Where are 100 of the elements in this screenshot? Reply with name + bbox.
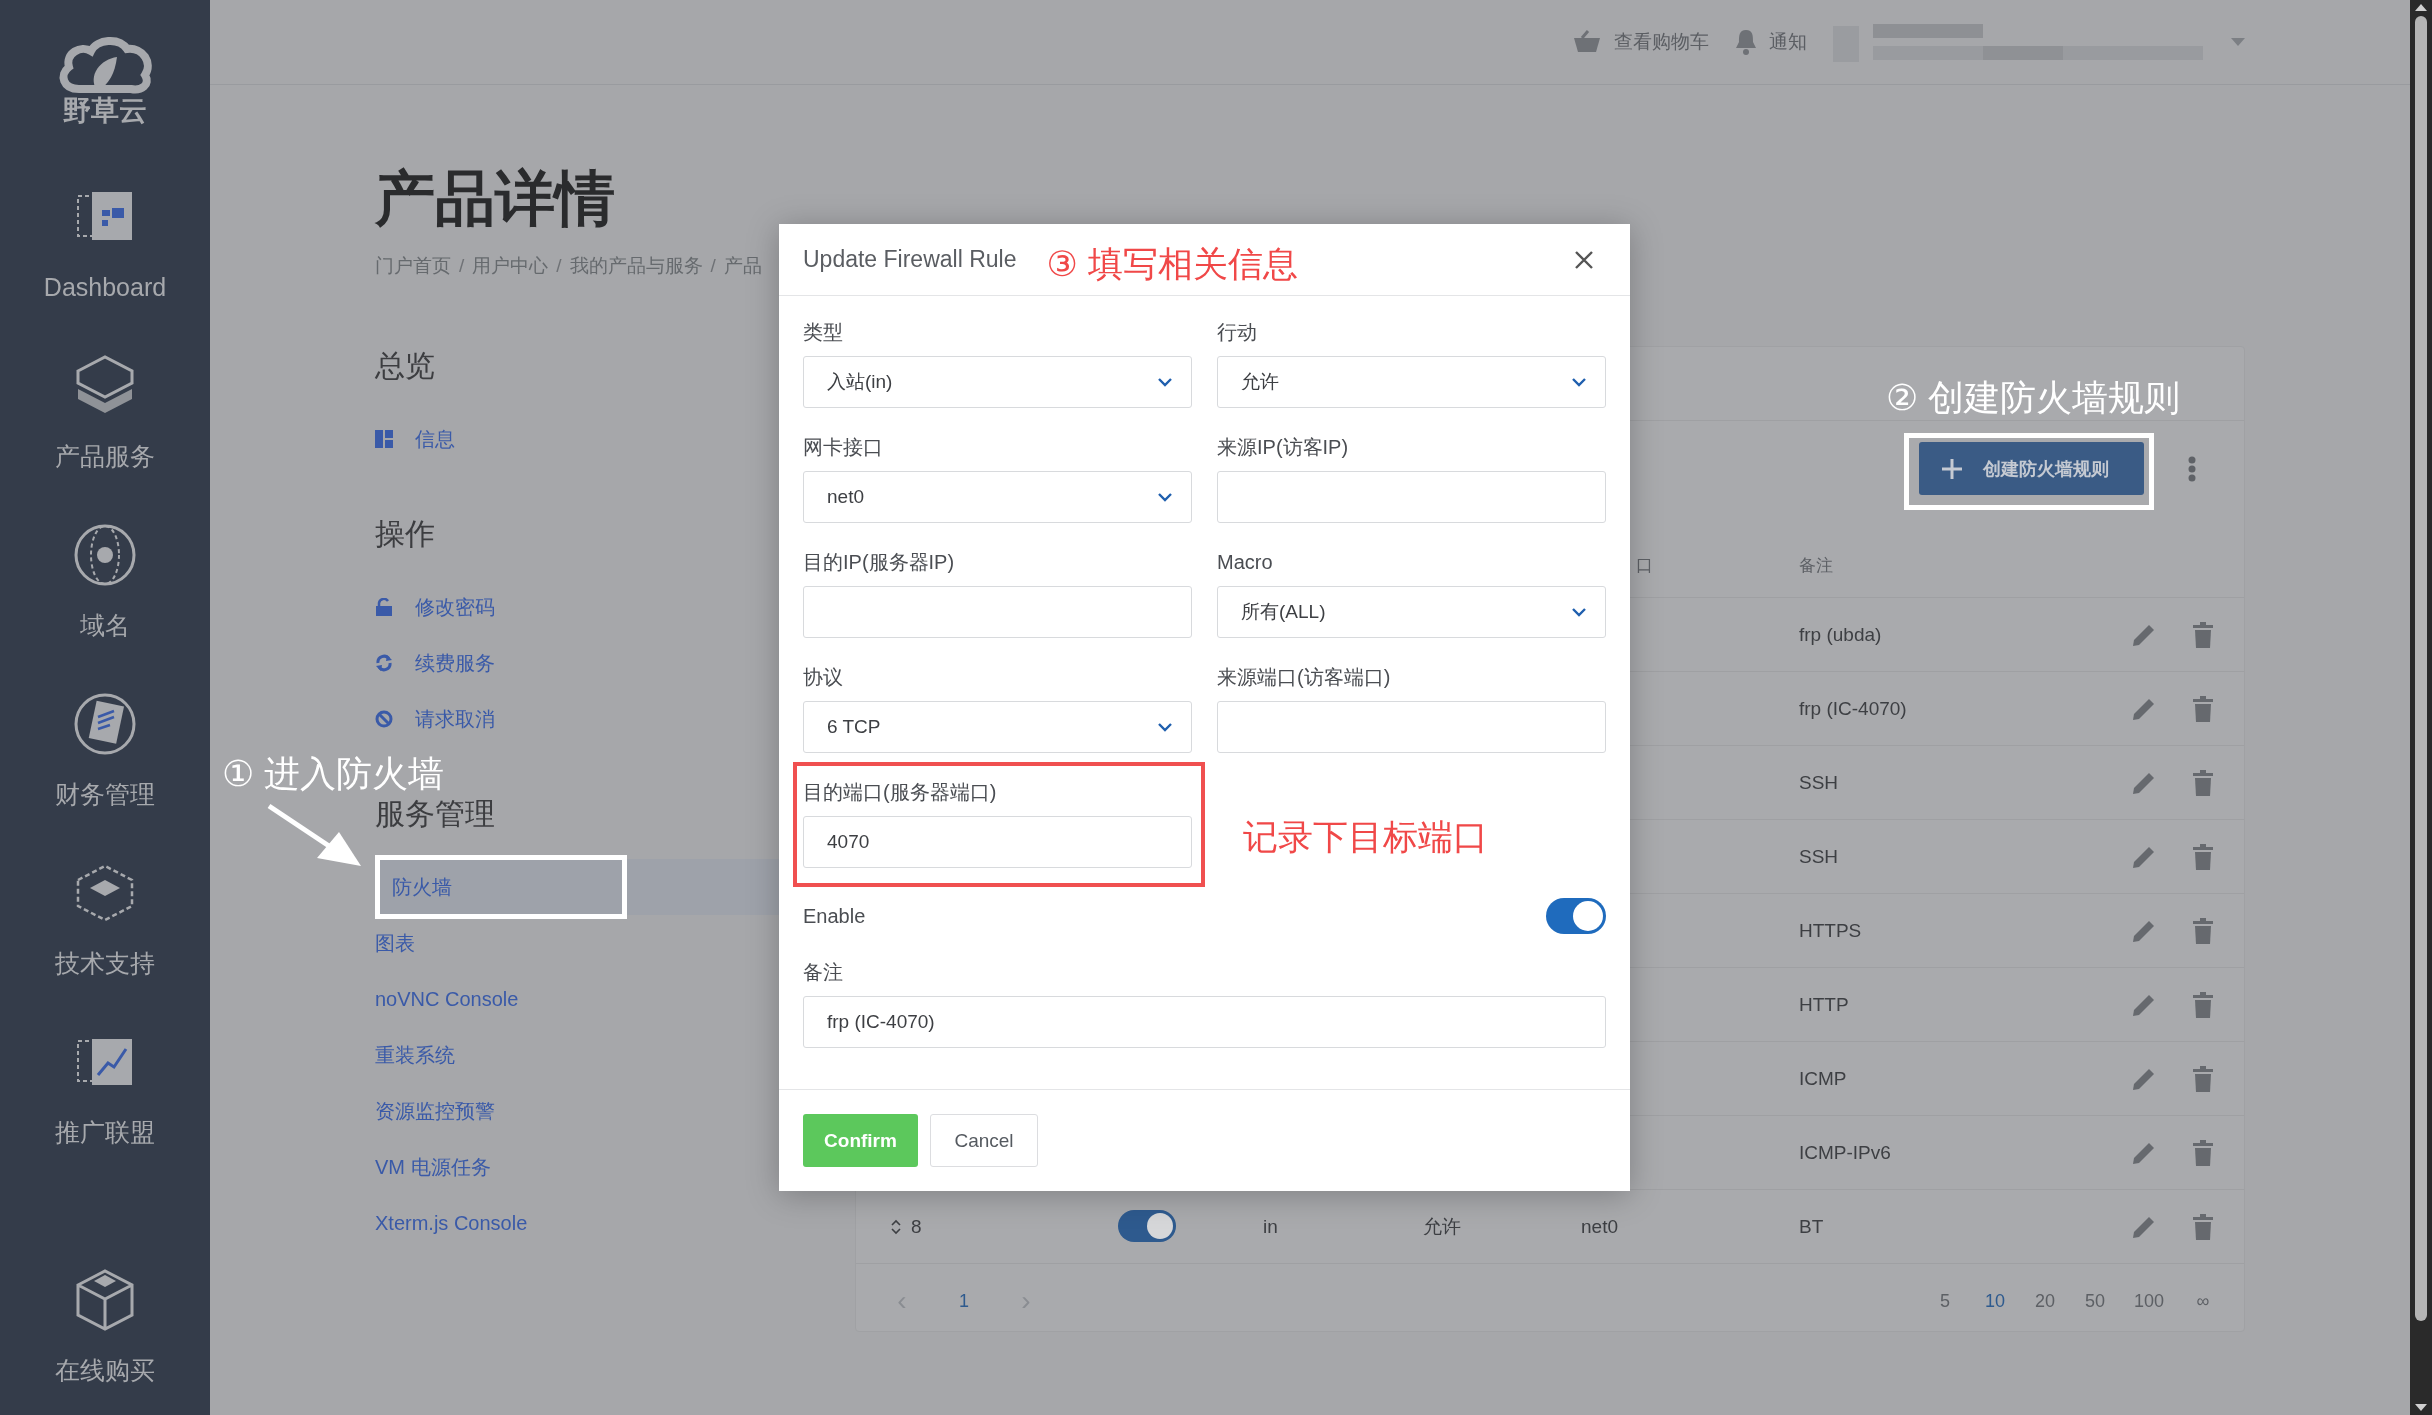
annotation-text: ① 进入防火墙 [222, 752, 445, 796]
annotation-text: ② 创建防火墙规则 [1886, 376, 2181, 420]
sidebar-item[interactable]: 技术支持 [55, 848, 155, 1017]
basket-icon [1572, 30, 1602, 54]
menu-item[interactable]: Xterm.js Console [375, 1195, 855, 1251]
table-cell-text: frp (IC-4070) [1798, 697, 1908, 720]
delete-icon[interactable] [2193, 769, 2213, 796]
delete-icon[interactable] [2193, 1213, 2213, 1240]
dialog-title: Update Firewall Rule [803, 246, 1017, 273]
chevron-down-icon [1571, 377, 1587, 387]
create-rule-button[interactable]: 创建防火墙规则 [1919, 442, 2144, 495]
refresh-icon [375, 654, 393, 672]
table-cell-text: SSH [1798, 771, 1840, 794]
input-field[interactable] [803, 586, 1192, 638]
input-field[interactable] [1217, 471, 1606, 523]
field-label: 网卡接口 [803, 435, 884, 459]
ban-icon [375, 710, 393, 728]
delete-icon[interactable] [2193, 917, 2213, 944]
select-field[interactable]: 所有(ALL) [1217, 586, 1606, 638]
page-size-option[interactable]: 20 [2033, 1290, 2056, 1312]
chevron-down-icon [1157, 492, 1173, 502]
chevron-down-icon [1571, 607, 1587, 617]
more-icon[interactable] [2188, 456, 2196, 482]
sidebar-item[interactable]: 在线购买 [55, 1255, 155, 1395]
table-cell-text: HTTP [1798, 993, 1850, 1016]
toggle-switch[interactable] [1118, 1209, 1176, 1242]
notifications-link[interactable]: 通知 [1735, 28, 1807, 56]
delete-icon[interactable] [2193, 991, 2213, 1018]
select-field[interactable]: net0 [803, 471, 1192, 523]
select-field[interactable]: 允许 [1217, 356, 1606, 408]
delete-icon[interactable] [2193, 843, 2213, 870]
brand-name: 野草云 [63, 95, 147, 127]
next-page[interactable]: › [1015, 1285, 1037, 1317]
table-cell-text: ICMP-IPv6 [1798, 1141, 1892, 1164]
delete-icon[interactable] [2193, 1139, 2213, 1166]
sidebar-item[interactable]: Dashboard [43, 172, 167, 341]
field-label: 协议 [803, 665, 844, 689]
page-size-option[interactable]: 5 [1933, 1290, 1956, 1312]
field-label: 行动 [1217, 320, 1258, 344]
page-size-option[interactable]: 100 [2133, 1290, 2164, 1312]
caret-icon[interactable] [2231, 38, 2245, 46]
table-cell-text: BT [1798, 1215, 1825, 1238]
table-cell-text: 允许 [1422, 1214, 1462, 1239]
close-icon[interactable] [1574, 249, 1594, 270]
plus-icon [1941, 457, 1963, 480]
page-title: 产品详情 [375, 164, 616, 234]
section-heading: 服务管理 [375, 796, 495, 832]
field-label: Macro [1217, 550, 1274, 574]
delete-icon[interactable] [2193, 695, 2213, 722]
column-header: 口 [1635, 554, 1654, 577]
toggle-switch[interactable] [1546, 898, 1606, 934]
chevron-down-icon [1157, 722, 1173, 732]
bell-icon [1735, 28, 1757, 56]
table-cell-text: SSH [1798, 845, 1840, 868]
confirm-button[interactable]: Confirm [803, 1114, 918, 1167]
sort-icon[interactable] [891, 1218, 901, 1235]
field-label: 来源IP(访客IP) [1217, 435, 1350, 459]
breadcrumb-link[interactable]: 门户首页 [375, 253, 451, 279]
sidebar-item[interactable]: 财务管理 [55, 679, 155, 848]
order-number: 8 [911, 1215, 922, 1238]
page-size-option[interactable]: 10 [1983, 1290, 2006, 1312]
table-cell-text: frp (ubda) [1798, 623, 1883, 646]
field-label: 备注 [803, 960, 844, 984]
section-heading: 总览 [375, 348, 435, 384]
menu-item[interactable]: 修改密码 [375, 579, 855, 635]
input-field[interactable] [1217, 701, 1606, 753]
breadcrumb-separator: / [459, 254, 465, 278]
sidebar-item[interactable]: 推广联盟 [55, 1017, 155, 1186]
field-label: 来源端口(访客端口) [1217, 665, 1392, 689]
annotation-text: 记录下目标端口 [1243, 816, 1488, 858]
field-label: 目的端口(服务器端口) [803, 780, 998, 804]
lock-icon [375, 598, 393, 616]
sidebar-item[interactable]: 产品服务 [55, 341, 155, 510]
breadcrumb-link[interactable]: 我的产品与服务 [569, 253, 703, 279]
field-label: 类型 [803, 320, 844, 344]
input-field[interactable]: 4070 [803, 816, 1192, 868]
page-size-option[interactable]: ∞ [2192, 1290, 2214, 1312]
section-heading: 操作 [375, 516, 435, 552]
select-field[interactable]: 6 TCP [803, 701, 1192, 753]
breadcrumb-separator: / [710, 254, 716, 278]
chevron-down-icon [1157, 377, 1173, 387]
scrollbar[interactable] [2410, 0, 2432, 1415]
breadcrumb-link[interactable]: 产品 [723, 253, 762, 279]
page-size-option[interactable]: 50 [2083, 1290, 2106, 1312]
grid-icon [375, 430, 393, 448]
previous-page[interactable]: ‹ [891, 1285, 913, 1317]
breadcrumb-separator: / [556, 254, 562, 278]
select-field[interactable]: 入站(in) [803, 356, 1192, 408]
delete-icon[interactable] [2193, 1065, 2213, 1092]
cancel-button[interactable]: Cancel [930, 1114, 1038, 1167]
annotation-text: ③ 填写相关信息 [1046, 242, 1298, 285]
sidebar-item[interactable]: 域名 [70, 510, 140, 679]
table-cell-text: HTTPS [1798, 919, 1863, 942]
page-number[interactable]: 1 [953, 1290, 975, 1312]
breadcrumb-link[interactable]: 用户中心 [472, 253, 549, 279]
table-cell-text: in [1262, 1215, 1279, 1238]
cart-link[interactable]: 查看购物车 [1572, 29, 1709, 55]
table-cell-text: ICMP [1798, 1067, 1848, 1090]
delete-icon[interactable] [2193, 621, 2213, 648]
input-field[interactable]: frp (IC-4070) [803, 996, 1606, 1048]
